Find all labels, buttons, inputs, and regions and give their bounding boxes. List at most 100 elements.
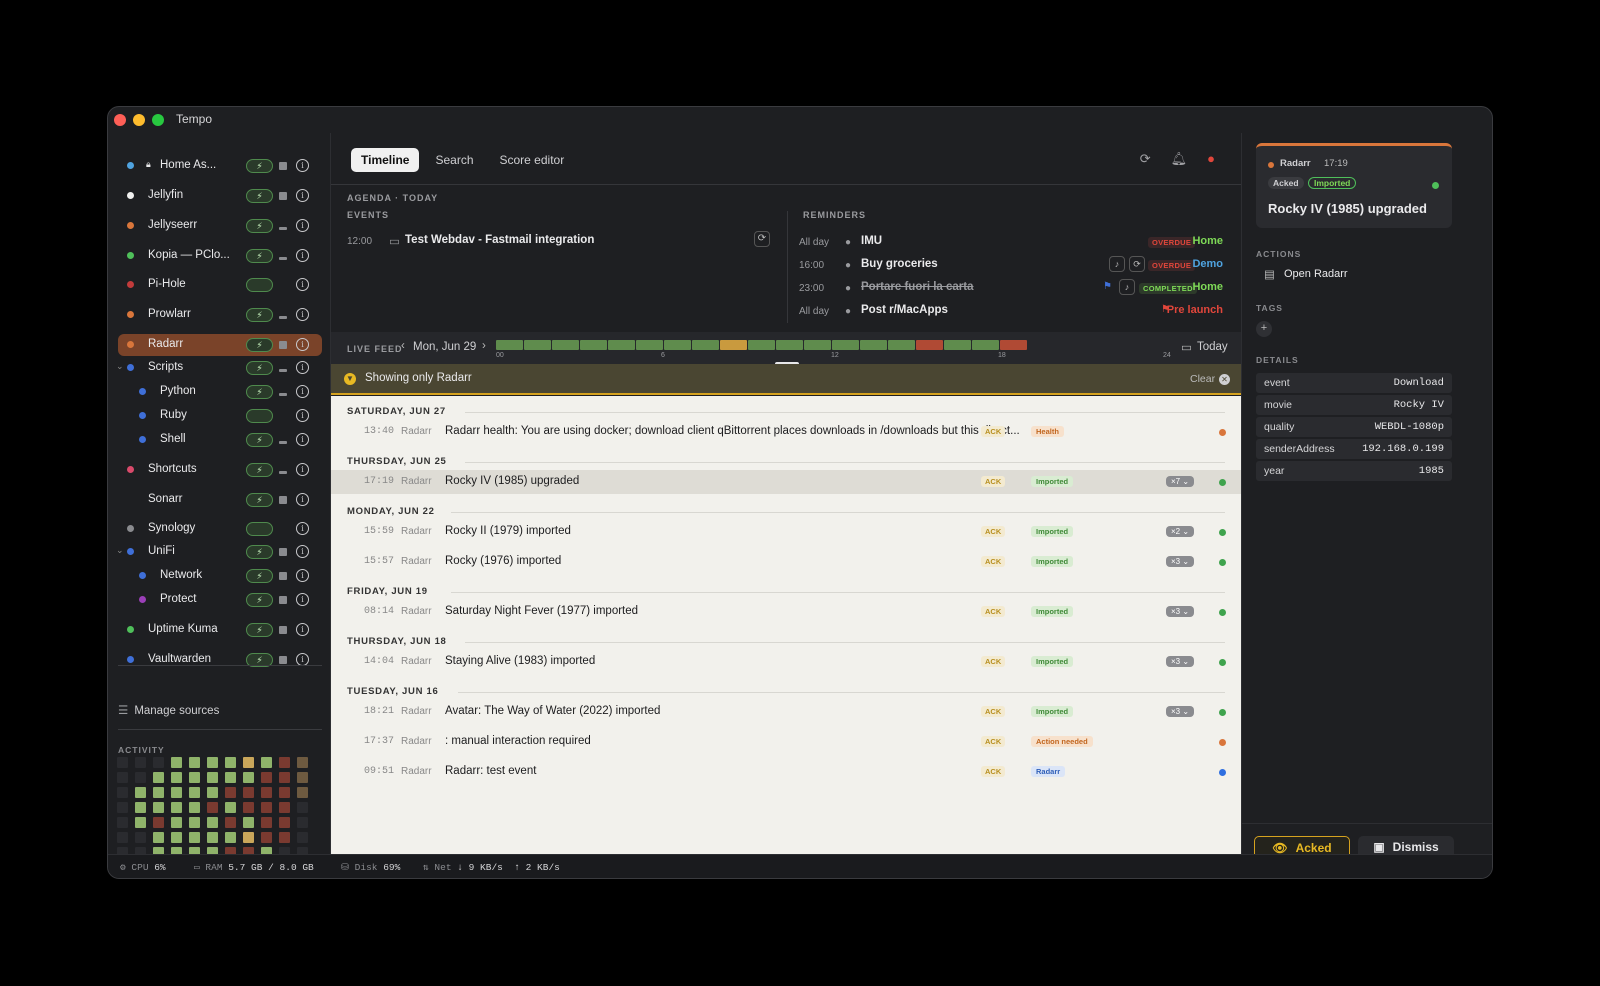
hour-segment[interactable] — [552, 340, 579, 350]
hour-segment[interactable] — [832, 340, 859, 350]
sidebar-item[interactable]: Prowlarr ⚡︎ i — [118, 304, 322, 326]
toggle-switch[interactable]: ⚡︎ — [246, 338, 273, 352]
count-badge[interactable]: ×7 ⌄ — [1166, 476, 1195, 487]
stop-icon[interactable] — [279, 496, 287, 504]
sidebar-item[interactable]: Shell ⚡︎ i — [118, 429, 322, 451]
toggle-switch[interactable]: ⚡︎ — [246, 278, 273, 292]
toggle-switch[interactable]: ⚡︎ — [246, 189, 273, 203]
toggle-switch[interactable]: ⚡︎ — [246, 493, 273, 507]
stop-icon[interactable] — [279, 596, 287, 604]
info-icon[interactable]: i — [296, 189, 309, 202]
sidebar-item[interactable]: Ruby ⚡︎ i — [118, 405, 322, 427]
today-button[interactable]: Today — [1197, 341, 1228, 353]
sidebar-item[interactable]: ⌄ Scripts ⚡︎ i — [116, 357, 322, 379]
hour-segment[interactable] — [692, 340, 719, 350]
toggle-switch[interactable]: ⚡︎ — [246, 463, 273, 477]
sidebar-item[interactable]: Uptime Kuma ⚡︎ i — [118, 619, 322, 641]
info-icon[interactable]: i — [296, 463, 309, 476]
manage-sources-button[interactable]: ☰ Manage sources — [118, 703, 219, 717]
sync-icon[interactable]: ⟳ — [1129, 256, 1145, 272]
hour-segment[interactable] — [860, 340, 887, 350]
bell-icon[interactable]: ♪ — [1109, 256, 1125, 272]
hour-segment[interactable] — [580, 340, 607, 350]
stop-icon[interactable] — [279, 369, 287, 372]
table-row[interactable]: 15:59 Radarr Rocky II (1979) imported ACK Im… — [331, 520, 1241, 544]
ack-badge[interactable]: ACK — [981, 526, 1006, 537]
info-icon[interactable]: i — [296, 159, 309, 172]
sync-event-icon[interactable]: ⟳ — [754, 231, 770, 247]
sidebar-item[interactable]: Sonarr ⚡︎ i — [118, 489, 322, 511]
stop-icon[interactable] — [279, 471, 287, 474]
chevron-down-icon[interactable]: ⌄ — [116, 361, 124, 372]
toggle-switch[interactable]: ⚡︎ — [246, 385, 273, 399]
stop-icon[interactable] — [279, 316, 287, 319]
sidebar-item[interactable]: Vaultwarden ⚡︎ i — [118, 649, 322, 671]
table-row[interactable]: 15:57 Radarr Rocky (1976) imported ACK Impor… — [331, 550, 1241, 574]
alert-icon[interactable]: ● — [1207, 151, 1215, 167]
hour-segment[interactable] — [804, 340, 831, 350]
info-icon[interactable]: i — [296, 338, 309, 351]
count-badge[interactable]: ×2 ⌄ — [1166, 526, 1195, 537]
toggle-switch[interactable]: ⚡︎ — [246, 545, 273, 559]
count-badge[interactable]: ×3 ⌄ — [1166, 706, 1195, 717]
stop-icon[interactable] — [279, 341, 287, 349]
table-row[interactable]: 14:04 Radarr Staying Alive (1983) imported… — [331, 650, 1241, 674]
sync-icon[interactable]: ⟳ — [1140, 151, 1151, 167]
hour-segment[interactable] — [524, 340, 551, 350]
info-icon[interactable]: i — [296, 593, 309, 606]
chevron-down-icon[interactable]: ⌄ — [116, 545, 124, 556]
table-row[interactable]: 09:51 Radarr Radarr: test event ACK Radarr — [331, 760, 1241, 784]
sidebar-item[interactable]: 🔒︎ Home As... ⚡︎ i — [118, 155, 322, 177]
ack-badge[interactable]: ACK — [981, 476, 1006, 487]
toggle-switch[interactable]: ⚡︎ — [246, 361, 273, 375]
stop-icon[interactable] — [279, 162, 287, 170]
hour-segment[interactable] — [776, 340, 803, 350]
hour-segment[interactable] — [1000, 340, 1027, 350]
bell-icon[interactable]: ♪ — [1119, 279, 1135, 295]
hour-segment[interactable] — [888, 340, 915, 350]
ack-badge[interactable]: ACK — [981, 606, 1006, 617]
hour-segment[interactable] — [944, 340, 971, 350]
hour-segment[interactable] — [972, 340, 999, 350]
info-icon[interactable]: i — [296, 361, 309, 374]
table-row[interactable]: 18:21 Radarr Avatar: The Way of Water (202… — [331, 700, 1241, 724]
stop-icon[interactable] — [279, 656, 287, 664]
zoom-window-button[interactable] — [152, 114, 164, 126]
minimize-window-button[interactable] — [133, 114, 145, 126]
hour-segment[interactable] — [664, 340, 691, 350]
ack-badge[interactable]: ACK — [981, 736, 1006, 747]
toggle-switch[interactable]: ⚡︎ — [246, 219, 273, 233]
ack-badge[interactable]: ACK — [981, 706, 1006, 717]
info-icon[interactable]: i — [296, 249, 309, 262]
toggle-switch[interactable]: ⚡︎ — [246, 522, 273, 536]
tab-search[interactable]: Search — [425, 148, 483, 172]
tab-timeline[interactable]: Timeline — [351, 148, 420, 172]
info-icon[interactable]: i — [296, 545, 309, 558]
info-icon[interactable]: i — [296, 308, 309, 321]
hour-segment[interactable] — [748, 340, 775, 350]
info-icon[interactable]: i — [296, 433, 309, 446]
hour-segment[interactable] — [636, 340, 663, 350]
info-icon[interactable]: i — [296, 623, 309, 636]
tab-score-editor[interactable]: Score editor — [490, 148, 575, 172]
ack-badge[interactable]: ACK — [981, 766, 1006, 777]
toggle-switch[interactable]: ⚡︎ — [246, 308, 273, 322]
stop-icon[interactable] — [279, 548, 287, 556]
add-tag-button[interactable]: + — [1256, 321, 1272, 337]
stop-icon[interactable] — [279, 572, 287, 580]
table-row[interactable]: 17:37 Radarr: manual interaction required… — [331, 730, 1241, 754]
info-icon[interactable]: i — [296, 219, 309, 232]
info-icon[interactable]: i — [296, 522, 309, 535]
sidebar-item[interactable]: Jellyfin ⚡︎ i — [118, 185, 322, 207]
toggle-switch[interactable]: ⚡︎ — [246, 623, 273, 637]
toggle-switch[interactable]: ⚡︎ — [246, 433, 273, 447]
sidebar-item[interactable]: Synology ⚡︎ i — [118, 518, 322, 540]
ack-badge[interactable]: ACK — [981, 656, 1006, 667]
stop-icon[interactable] — [279, 626, 287, 634]
sidebar-item[interactable]: Network ⚡︎ i — [118, 565, 322, 587]
stop-icon[interactable] — [279, 227, 287, 230]
sidebar-item[interactable]: Python ⚡︎ i — [118, 381, 322, 403]
ack-badge[interactable]: ACK — [981, 426, 1006, 437]
table-row[interactable]: 17:19 Radarr Rocky IV (1985) upgraded ACK Im… — [331, 470, 1241, 494]
sidebar-item[interactable]: Shortcuts ⚡︎ i — [118, 459, 322, 481]
